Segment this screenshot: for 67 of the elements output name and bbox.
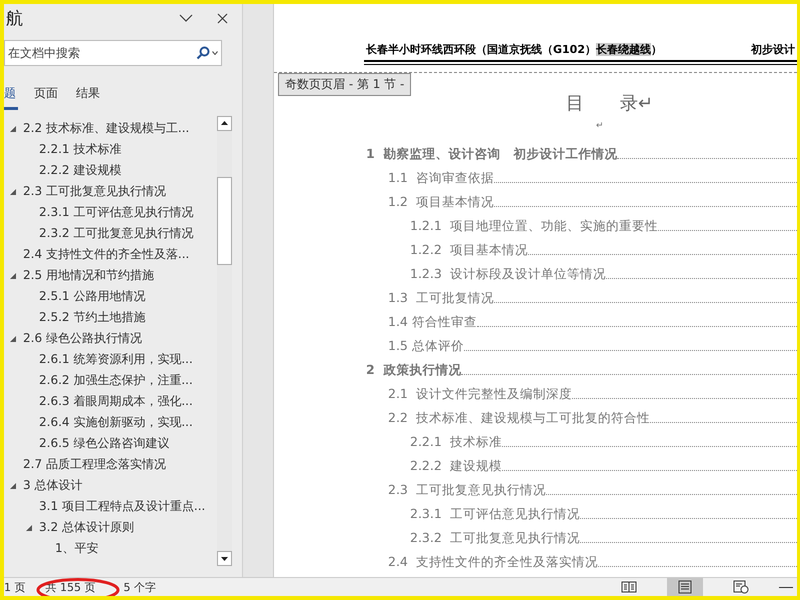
toc-entry: 2.2.2 建设规模 [410, 458, 502, 475]
heading-item[interactable]: 2.6.1 统筹资源利用，实现... [39, 351, 193, 368]
tab[interactable]: 结果 [74, 80, 102, 110]
expand-icon[interactable] [9, 335, 17, 343]
heading-item[interactable]: 2.6.2 加强生态保护，注重... [39, 372, 193, 389]
scroll-down-icon[interactable] [217, 551, 232, 566]
heading-item[interactable]: 2.5.2 节约土地措施 [39, 309, 146, 326]
toc-entry: 2.3.1 工可评估意见执行情况 [410, 506, 580, 523]
toc-entry: 2.1 设计文件完整性及编制深度 [388, 386, 572, 403]
chevron-down-icon[interactable] [179, 14, 193, 22]
heading-item[interactable]: 2.5.1 公路用地情况 [39, 288, 146, 305]
expand-icon[interactable] [9, 125, 17, 133]
pane-title: 航 [6, 8, 23, 30]
heading-item[interactable]: 3 总体设计 [23, 477, 82, 494]
toc-entry: 2.2.1 技术标准 [410, 434, 502, 451]
toc-entry: 1.5 总体评价 [388, 338, 464, 355]
document-title: 目 录↵ [566, 92, 654, 115]
status-text: 5 个字 [124, 580, 156, 594]
toc-entry: 1.3 工可批复情况 [388, 290, 494, 307]
heading-item[interactable]: 2.6 绿色公路执行情况 [23, 330, 142, 347]
expand-icon[interactable] [9, 188, 17, 196]
toc-entry: 2.2 技术标准、建设规模与工可批复的符合性 [388, 410, 650, 427]
heading-item[interactable]: 2.6.3 着眼周期成本，强化... [39, 393, 193, 410]
paragraph-mark: ↵ [596, 121, 604, 131]
tab[interactable]: 题 [4, 80, 18, 110]
scroll-up-icon[interactable] [217, 116, 232, 131]
heading-item[interactable]: 3.2 总体设计原则 [39, 519, 134, 536]
close-icon[interactable] [217, 12, 228, 24]
heading-item[interactable]: 2.3.2 工可批复意见执行情况 [39, 225, 194, 242]
toc-entry: 1.1 咨询审查依据 [388, 170, 494, 187]
header-label: 奇数页页眉 - 第 1 节 - [278, 73, 412, 96]
toc-entry: 2 政策执行情况 [366, 362, 462, 379]
expand-icon[interactable] [9, 482, 17, 490]
heading-item[interactable]: 2.2.1 技术标准 [39, 141, 122, 158]
heading-item[interactable]: 2.6.4 实施创新驱动，实现... [39, 414, 193, 431]
toc-entry: 2.4 支持性文件的齐全性及落实情况 [388, 554, 598, 571]
toc-entry: 1.2.2 项目基本情况 [410, 242, 528, 259]
search-field[interactable]: 在文档中搜索 [4, 40, 222, 66]
heading-item[interactable]: 2.5 用地情况和节约措施 [23, 267, 154, 284]
page-header-text: 初步设计 [751, 42, 796, 57]
heading-item[interactable]: 1、平安 [55, 540, 99, 557]
status-text: 1 页 [4, 580, 26, 594]
toc-entry: 1.4 符合性审查 [388, 314, 477, 331]
toc-entry: 2.3 工可批复意见执行情况 [388, 482, 546, 499]
heading-item[interactable]: 2.6.5 绿色公路咨询建议 [39, 435, 170, 452]
toc-entry: 1 勘察监理、设计咨询 初步设计工作情况 [366, 146, 618, 163]
heading-item[interactable]: 2.4 支持性文件的齐全性及落... [23, 246, 190, 263]
page-icon[interactable] [667, 578, 703, 596]
scroll-thumb[interactable] [217, 177, 232, 265]
toc-entry: 1.2.3 设计标段及设计单位等情况 [410, 266, 606, 283]
toc-entry: 2.3.2 工可批复意见执行情况 [410, 530, 580, 547]
minus-icon[interactable] [779, 586, 793, 588]
heading-item[interactable]: 2.3.1 工可评估意见执行情况 [39, 204, 194, 221]
expand-icon[interactable] [25, 524, 33, 532]
scrollbar[interactable] [217, 116, 232, 566]
expand-icon[interactable] [9, 272, 17, 280]
heading-item[interactable]: 2.2.2 建设规模 [39, 162, 122, 179]
toc-entry: 1.2 项目基本情况 [388, 194, 494, 211]
tab[interactable]: 页面 [32, 80, 60, 110]
search-icon[interactable] [196, 46, 210, 60]
toc-entry: 1.2.1 项目地理位置、功能、实施的重要性 [410, 218, 658, 235]
page-header-text: 长春半小时环线西环段（国道京抚线（G102）长春绕越线） [366, 42, 662, 57]
heading-item[interactable]: 2.3 工可批复意见执行情况 [23, 183, 166, 200]
heading-item[interactable]: 2.7 品质工程理念落实情况 [23, 456, 166, 473]
heading-item[interactable]: 2.2 技术标准、建设规模与工... [23, 120, 190, 137]
heading-item[interactable]: 3.1 项目工程特点及设计重点... [39, 498, 206, 515]
caret-icon[interactable] [212, 51, 218, 55]
